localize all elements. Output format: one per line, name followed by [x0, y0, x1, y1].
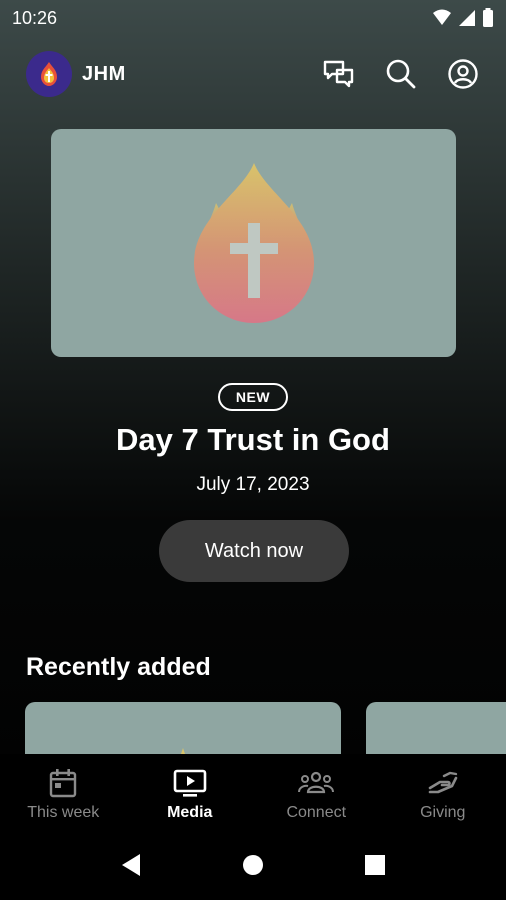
nav-label: Giving [420, 804, 466, 821]
status-bar: 10:26 [0, 0, 506, 36]
group-icon [298, 771, 335, 794]
account-button[interactable] [446, 57, 480, 91]
nav-label: This week [27, 804, 100, 821]
status-icons [432, 8, 494, 28]
calendar-icon [50, 769, 77, 798]
recent-media-card[interactable] [366, 702, 506, 762]
nav-label: Media [167, 804, 213, 821]
wifi-icon [433, 9, 451, 25]
chat-button[interactable] [322, 57, 356, 91]
giving-hand-icon [428, 771, 458, 794]
nav-this-week[interactable]: This week [0, 754, 127, 830]
flame-cross-icon [181, 748, 185, 754]
status-time: 10:26 [12, 7, 58, 28]
brand-name: JHM [82, 62, 126, 85]
search-button[interactable] [384, 57, 418, 91]
recently-added-heading: Recently added [26, 653, 211, 681]
new-badge: NEW [218, 383, 288, 411]
app-logo[interactable] [26, 51, 72, 97]
chat-icon [323, 60, 354, 88]
nav-giving[interactable]: Giving [380, 754, 506, 830]
home-icon [243, 855, 263, 875]
nav-media[interactable]: Media [127, 754, 254, 830]
flame-cross-icon [193, 163, 314, 323]
featured-media-card[interactable] [51, 129, 456, 357]
featured-title: Day 7 Trust in God [116, 422, 390, 457]
system-navigation-bar [0, 830, 506, 900]
featured-date: July 17, 2023 [196, 474, 310, 495]
app-header: JHM [0, 50, 506, 98]
nav-label: Connect [286, 804, 347, 821]
back-icon [122, 854, 140, 876]
search-icon [386, 59, 416, 89]
tv-play-icon [173, 769, 207, 797]
flame-cross-logo [41, 62, 57, 86]
recents-button[interactable] [360, 850, 390, 880]
header-actions [322, 57, 480, 91]
watch-now-button[interactable]: Watch now [159, 520, 349, 582]
back-button[interactable] [116, 850, 146, 880]
cell-signal-icon [459, 10, 475, 26]
nav-connect[interactable]: Connect [253, 754, 380, 830]
bottom-navigation: This week Media Connect Giving [0, 754, 506, 830]
battery-icon [483, 8, 493, 27]
home-button[interactable] [238, 850, 268, 880]
recent-media-card[interactable] [25, 702, 341, 762]
recents-icon [365, 855, 385, 875]
account-icon [448, 59, 478, 89]
